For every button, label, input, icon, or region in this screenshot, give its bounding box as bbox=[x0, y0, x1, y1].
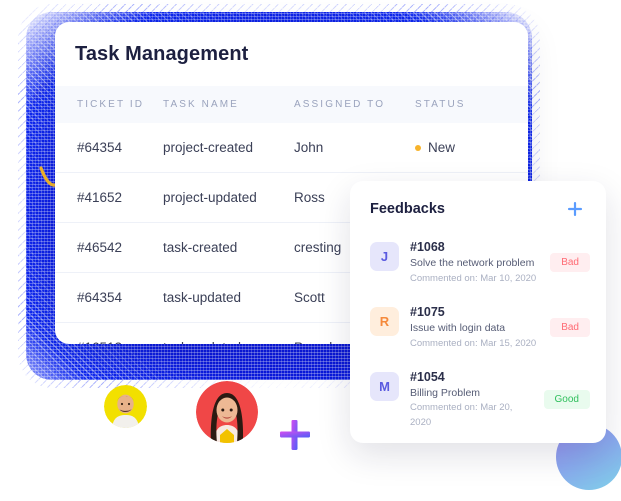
cell-status: New bbox=[415, 123, 528, 173]
screenshot-root: Task Management TICKET ID TASK NAME ASSI… bbox=[0, 0, 621, 501]
purple-plus-decoration bbox=[280, 420, 310, 450]
column-header-task-name[interactable]: TASK NAME bbox=[163, 86, 294, 123]
cell-ticket-id[interactable]: #64354 bbox=[55, 272, 163, 323]
column-header-ticket-id[interactable]: TICKET ID bbox=[55, 86, 163, 123]
avatar-female-illustration bbox=[196, 381, 258, 443]
feedback-date: Commented on: Mar 15, 2020 bbox=[410, 337, 537, 349]
avatar: J bbox=[370, 242, 399, 271]
task-table-header: TICKET ID TASK NAME ASSIGNED TO STATUS bbox=[55, 86, 528, 123]
plus-icon bbox=[568, 202, 582, 216]
status-dot-icon bbox=[415, 144, 421, 151]
cell-ticket-id[interactable]: #41652 bbox=[55, 172, 163, 223]
list-item[interactable]: R #1075 Issue with login data Commented … bbox=[350, 295, 606, 360]
cell-task-name: task-created bbox=[163, 222, 294, 273]
cell-task-name: task-updated bbox=[163, 323, 294, 344]
avatar-photo-female bbox=[196, 381, 258, 443]
table-row[interactable]: #64354 project-created John New bbox=[55, 123, 528, 173]
feedbacks-header: Feedbacks bbox=[350, 181, 606, 224]
feedback-text: Solve the network problem bbox=[410, 256, 535, 269]
avatar-male-illustration bbox=[104, 385, 147, 428]
feedback-date: Commented on: Mar 20, 2020 bbox=[410, 402, 513, 428]
status-badge: New bbox=[428, 140, 456, 155]
feedback-id: #1054 bbox=[410, 369, 445, 384]
feedback-text: Issue with login data bbox=[410, 321, 506, 334]
cell-task-name: project-updated bbox=[163, 172, 294, 223]
cell-ticket-id[interactable]: #16512 bbox=[55, 323, 163, 344]
cell-assigned-to: John bbox=[294, 123, 415, 173]
column-header-assigned-to[interactable]: ASSIGNED TO bbox=[294, 86, 415, 123]
cell-ticket-id[interactable]: #64354 bbox=[55, 123, 163, 173]
status-badge: Bad bbox=[550, 317, 590, 337]
status-badge: Good bbox=[543, 389, 590, 409]
table-header-row: TICKET ID TASK NAME ASSIGNED TO STATUS bbox=[55, 86, 528, 123]
list-item[interactable]: J #1068 Solve the network problem Commen… bbox=[350, 230, 606, 295]
status-badge: Bad bbox=[550, 252, 590, 272]
feedback-id: #1068 bbox=[410, 240, 445, 254]
feedback-id: #1075 bbox=[410, 304, 445, 319]
cell-ticket-id[interactable]: #46542 bbox=[55, 222, 163, 273]
avatar-photo-male bbox=[104, 385, 147, 428]
avatar: M bbox=[370, 371, 399, 401]
feedbacks-title: Feedbacks bbox=[370, 201, 445, 217]
list-item[interactable]: M #1054 Billing Problem Commented on: Ma… bbox=[350, 360, 606, 439]
page-title: Task Management bbox=[75, 43, 249, 65]
column-header-status[interactable]: STATUS bbox=[415, 86, 528, 123]
feedbacks-card: Feedbacks J #1068 Solve the network prob… bbox=[350, 181, 606, 443]
feedback-date: Commented on: Mar 10, 2020 bbox=[410, 272, 537, 284]
avatar: R bbox=[370, 306, 399, 336]
cell-task-name: task-updated bbox=[163, 272, 294, 323]
cell-task-name: project-created bbox=[163, 123, 294, 173]
feedbacks-list: J #1068 Solve the network problem Commen… bbox=[350, 224, 606, 443]
feedback-text: Billing Problem bbox=[410, 386, 481, 399]
list-item[interactable]: P #1032 Problem uploading docs Commented… bbox=[350, 439, 606, 443]
add-feedback-button[interactable] bbox=[564, 198, 586, 220]
